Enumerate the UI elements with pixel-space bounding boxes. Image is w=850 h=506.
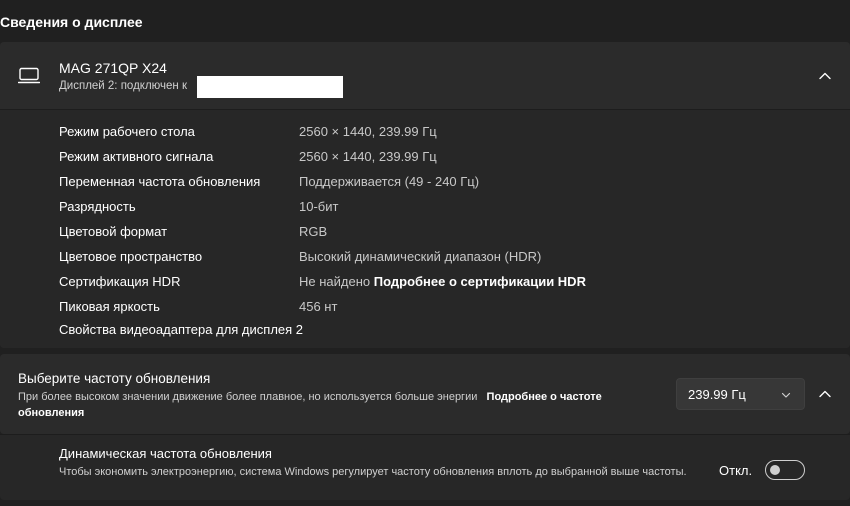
property-row: Цветовое пространство Высокий динамическ…: [0, 245, 850, 270]
property-value: 2560 × 1440, 239.99 Гц: [299, 124, 437, 139]
property-label: Переменная частота обновления: [59, 174, 261, 189]
display-info-page: Сведения о дисплее MAG 271QP X24 Дисплей…: [0, 0, 850, 506]
property-row: Режим рабочего стола 2560 × 1440, 239.99…: [0, 120, 850, 145]
property-label: Пиковая яркость: [59, 299, 160, 314]
dynamic-refresh-description: Чтобы экономить электроэнергию, система …: [59, 466, 687, 478]
refresh-rate-selected-value: 239.99 Гц: [688, 387, 746, 402]
property-row: Разрядность 10-бит: [0, 195, 850, 220]
redaction-box: [197, 76, 343, 98]
property-label: Цветовое пространство: [59, 249, 203, 264]
property-label: Режим активного сигнала: [59, 149, 214, 164]
display-name: MAG 271QP X24: [59, 60, 167, 76]
display-subtitle: Дисплей 2: подключен к: [59, 80, 187, 92]
section-title: Сведения о дисплее: [0, 14, 143, 30]
hdr-cert-status: Не найдено: [299, 274, 371, 289]
refresh-rate-card: Выберите частоту обновления При более вы…: [0, 354, 850, 434]
property-value: 456 нт: [299, 299, 338, 314]
property-value: 10-бит: [299, 199, 339, 214]
chevron-up-icon[interactable]: [817, 386, 833, 402]
property-value: RGB: [299, 224, 328, 239]
property-row: Переменная частота обновления Поддержива…: [0, 170, 850, 195]
property-value: 2560 × 1440, 239.99 Гц: [299, 149, 437, 164]
refresh-rate-description: При более высоком значении движение боле…: [18, 389, 658, 421]
adapter-properties-link[interactable]: Свойства видеоадаптера для дисплея 2: [59, 322, 303, 337]
property-label: Режим рабочего стола: [59, 124, 195, 139]
refresh-rate-desc-text: При более высоком значении движение боле…: [18, 391, 478, 403]
property-row: Пиковая яркость 456 нт: [0, 295, 850, 320]
chevron-up-icon[interactable]: [817, 68, 833, 84]
monitor-icon: [18, 67, 40, 84]
property-label: Разрядность: [59, 199, 136, 214]
dynamic-refresh-card: Динамическая частота обновления Чтобы эк…: [0, 434, 850, 500]
display-properties: Режим рабочего стола 2560 × 1440, 239.99…: [0, 110, 850, 348]
toggle-state-label: Откл.: [719, 463, 753, 478]
property-label: Сертификация HDR: [59, 274, 181, 289]
property-label: Цветовой формат: [59, 224, 168, 239]
property-value: Поддерживается (49 - 240 Гц): [299, 174, 480, 189]
dynamic-refresh-toggle[interactable]: [765, 460, 805, 480]
dynamic-refresh-title: Динамическая частота обновления: [59, 446, 272, 461]
chevron-down-icon: [781, 392, 791, 398]
property-row: Цветовой формат RGB: [0, 220, 850, 245]
property-row: Режим активного сигнала 2560 × 1440, 239…: [0, 145, 850, 170]
refresh-rate-dropdown[interactable]: 239.99 Гц: [676, 378, 805, 410]
property-value: Высокий динамический диапазон (HDR): [299, 249, 542, 264]
property-value-hdr: Не найдено Подробнее о сертификации HDR: [299, 274, 586, 289]
hdr-cert-link[interactable]: Подробнее о сертификации HDR: [374, 274, 586, 289]
display-card-header[interactable]: MAG 271QP X24 Дисплей 2: подключен к: [0, 42, 850, 110]
property-row: Сертификация HDR Не найдено Подробнее о …: [0, 270, 850, 295]
display-card: MAG 271QP X24 Дисплей 2: подключен к Реж…: [0, 42, 850, 348]
toggle-knob: [770, 465, 780, 475]
refresh-rate-title: Выберите частоту обновления: [18, 371, 211, 386]
